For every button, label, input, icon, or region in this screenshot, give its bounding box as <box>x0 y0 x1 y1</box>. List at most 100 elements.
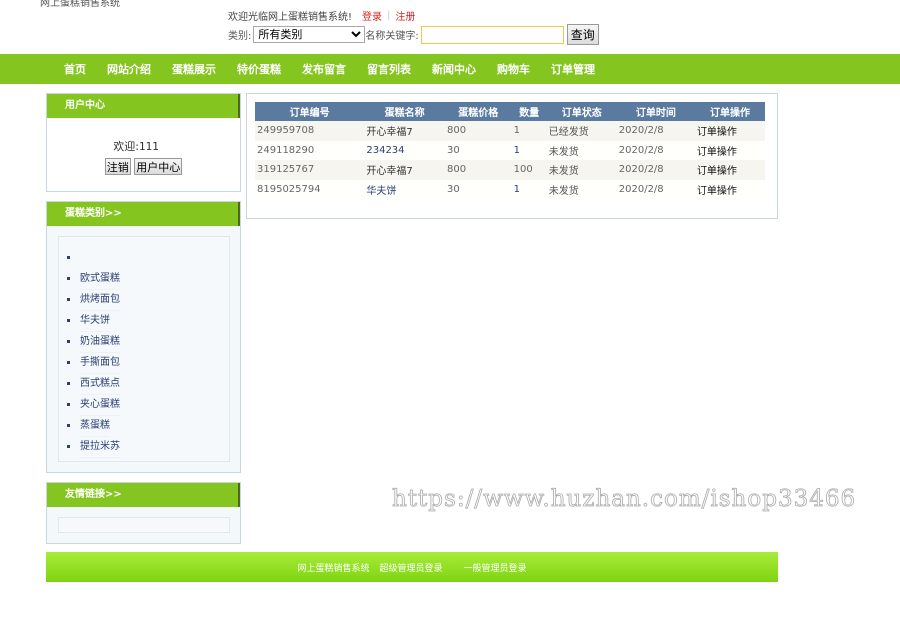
nav-about[interactable]: 网站介绍 <box>107 61 151 77</box>
quantity: 1 <box>511 121 547 141</box>
logout-button[interactable]: 注销 <box>104 158 131 175</box>
category-link[interactable]: 欧式蛋糕 <box>80 268 120 290</box>
quantity: 1 <box>511 179 547 199</box>
cake-name: 开心幸福7 <box>364 121 445 141</box>
friend-links-container <box>58 517 230 533</box>
user-center-button[interactable]: 用户中心 <box>134 158 183 175</box>
cake-price: 30 <box>444 140 512 160</box>
order-action-link[interactable]: 订单操作 <box>697 186 737 197</box>
order-action-link[interactable]: 订单操作 <box>697 147 737 158</box>
category-link[interactable]: 提拉米苏 <box>80 436 120 458</box>
bullet-icon <box>67 319 70 322</box>
table-header-row: 订单编号 蛋糕名称 蛋糕价格 数量 订单状态 订单时间 订单操作 <box>255 102 765 121</box>
bullet-icon <box>67 424 70 427</box>
table-row: 249118290 234234 30 1 未发货 2020/2/8 订单操作 <box>255 140 765 160</box>
bullet-icon <box>67 256 70 259</box>
bullet-icon <box>67 277 70 280</box>
nav-news[interactable]: 新闻中心 <box>432 61 476 77</box>
user-actions: 注销 用户中心 <box>47 158 240 175</box>
category-item[interactable]: 欧式蛋糕 <box>59 268 229 290</box>
order-id: 319125767 <box>255 160 365 180</box>
welcome-text: 欢迎光临网上蛋糕销售系统! <box>228 12 353 23</box>
order-action-cell: 订单操作 <box>694 121 765 141</box>
cake-name: 开心幸福7 <box>364 160 445 180</box>
category-link[interactable]: 烘烤面包 <box>80 289 120 311</box>
quantity: 100 <box>511 160 547 180</box>
order-time: 2020/2/8 <box>616 121 695 141</box>
nav-special-offers[interactable]: 特价蛋糕 <box>237 61 281 77</box>
col-cake-price: 蛋糕价格 <box>444 102 512 121</box>
user-welcome: 欢迎:111 <box>32 138 240 154</box>
welcome-label: 欢迎: <box>113 140 139 153</box>
category-item[interactable]: 提拉米苏 <box>59 436 229 458</box>
search-bar: 类别: 所有类别 名称关键字: 查询 <box>228 24 599 45</box>
order-status: 未发货 <box>546 160 617 180</box>
bullet-icon <box>67 361 70 364</box>
category-link[interactable]: 华夫饼 <box>80 310 110 332</box>
username: 111 <box>138 140 159 153</box>
category-item[interactable]: 夹心蛋糕 <box>59 394 229 416</box>
nav-cake-gallery[interactable]: 蛋糕展示 <box>172 61 216 77</box>
category-item[interactable] <box>59 247 229 268</box>
cake-price: 800 <box>444 160 512 180</box>
nav-home[interactable]: 首页 <box>64 61 86 77</box>
cake-name: 234234 <box>364 140 445 160</box>
user-center-panel: 用户中心 欢迎:111 注销 用户中心 <box>46 93 241 192</box>
category-item[interactable]: 手撕面包 <box>59 352 229 374</box>
search-button[interactable]: 查询 <box>566 24 599 45</box>
category-item[interactable]: 蒸蛋糕 <box>59 415 229 437</box>
category-link[interactable]: 西式糕点 <box>80 373 120 395</box>
category-item[interactable]: 西式糕点 <box>59 373 229 395</box>
order-id: 8195025794 <box>255 179 365 199</box>
cake-name: 华夫饼 <box>364 179 445 199</box>
top-welcome-bar: 欢迎光临网上蛋糕销售系统! 登录 | 注册 <box>228 8 415 23</box>
quantity: 1 <box>511 140 547 160</box>
col-cake-name: 蛋糕名称 <box>364 102 445 121</box>
col-order-status: 订单状态 <box>546 102 617 121</box>
friend-links-panel: 友情链接>> <box>46 482 241 544</box>
category-item[interactable]: 华夫饼 <box>59 310 229 332</box>
nav-post-message[interactable]: 发布留言 <box>302 61 346 77</box>
order-action-link[interactable]: 订单操作 <box>697 166 737 177</box>
login-link[interactable]: 登录 <box>362 8 382 23</box>
table-row: 8195025794 华夫饼 30 1 未发货 2020/2/8 订单操作 <box>255 179 765 199</box>
category-link[interactable]: 手撕面包 <box>80 352 120 374</box>
nav-cart[interactable]: 购物车 <box>497 61 530 77</box>
category-select[interactable]: 所有类别 <box>253 26 366 43</box>
user-center-title: 用户中心 <box>47 94 240 118</box>
category-link[interactable]: 夹心蛋糕 <box>80 394 120 416</box>
order-id: 249959708 <box>255 121 365 141</box>
register-link[interactable]: 注册 <box>395 8 415 23</box>
footer-super-admin-login[interactable]: 超级管理员登录 <box>379 561 442 574</box>
keyword-input[interactable] <box>420 25 564 44</box>
watermark: https://www.huzhan.com/ishop33466 <box>392 486 857 513</box>
nav-orders[interactable]: 订单管理 <box>551 61 595 77</box>
order-id: 249118290 <box>255 140 365 160</box>
category-link[interactable]: 奶油蛋糕 <box>80 331 120 353</box>
friend-links-title: 友情链接>> <box>47 483 240 507</box>
footer-admin-login[interactable]: 一般管理员登录 <box>464 561 527 574</box>
category-label: 类别: <box>228 31 252 42</box>
category-list: 欧式蛋糕 烘烤面包 华夫饼 奶油蛋糕 手撕面包 西式糕点 夹心蛋糕 蒸蛋糕 提拉… <box>59 247 229 458</box>
order-time: 2020/2/8 <box>616 160 695 180</box>
footer-site-link[interactable]: 网上蛋糕销售系统 <box>297 561 369 574</box>
orders-table: 订单编号 蛋糕名称 蛋糕价格 数量 订单状态 订单时间 订单操作 2499597… <box>255 102 765 199</box>
table-row: 319125767 开心幸福7 800 100 未发货 2020/2/8 订单操… <box>255 160 765 180</box>
user-center-body: 欢迎:111 注销 用户中心 <box>47 118 240 175</box>
order-action-link[interactable]: 订单操作 <box>697 127 737 138</box>
site-title: 网上蛋糕销售系统 <box>40 0 120 9</box>
col-order-id: 订单编号 <box>255 102 365 121</box>
orders-panel: 订单编号 蛋糕名称 蛋糕价格 数量 订单状态 订单时间 订单操作 2499597… <box>246 93 778 219</box>
bullet-icon <box>67 382 70 385</box>
order-status: 已经发货 <box>546 121 617 141</box>
nav-message-list[interactable]: 留言列表 <box>367 61 411 77</box>
col-quantity: 数量 <box>511 102 547 121</box>
col-order-action: 订单操作 <box>694 102 765 121</box>
category-item[interactable]: 奶油蛋糕 <box>59 331 229 353</box>
footer: 网上蛋糕销售系统 超级管理员登录 一般管理员登录 <box>46 552 778 582</box>
order-action-cell: 订单操作 <box>694 160 765 180</box>
bullet-icon <box>67 445 70 448</box>
category-link[interactable]: 蒸蛋糕 <box>80 415 110 437</box>
cake-price: 800 <box>444 121 512 141</box>
category-item[interactable]: 烘烤面包 <box>59 289 229 311</box>
